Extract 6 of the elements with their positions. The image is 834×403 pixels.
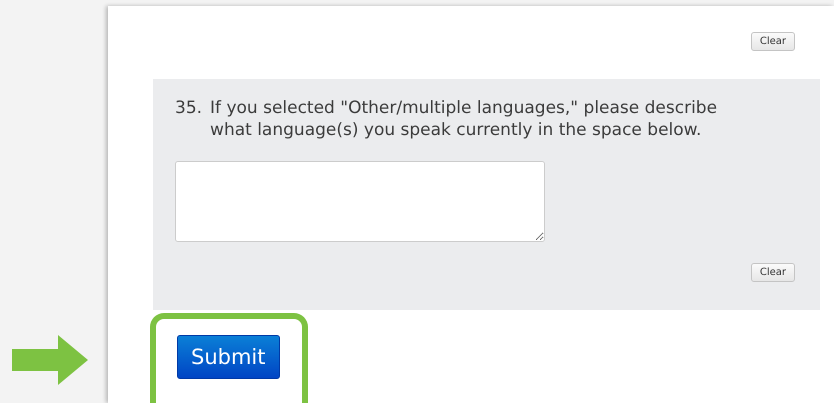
clear-button[interactable]: Clear bbox=[750, 32, 795, 51]
answer-box[interactable] bbox=[175, 161, 545, 242]
clear-button[interactable]: Clear bbox=[750, 263, 795, 282]
question-number: 35. bbox=[175, 97, 202, 120]
question-text: If you selected "Other/multiple languages," please describe what language(s) you speak currently in the space below. bbox=[210, 97, 718, 141]
submit-button[interactable]: Submit bbox=[177, 335, 280, 379]
